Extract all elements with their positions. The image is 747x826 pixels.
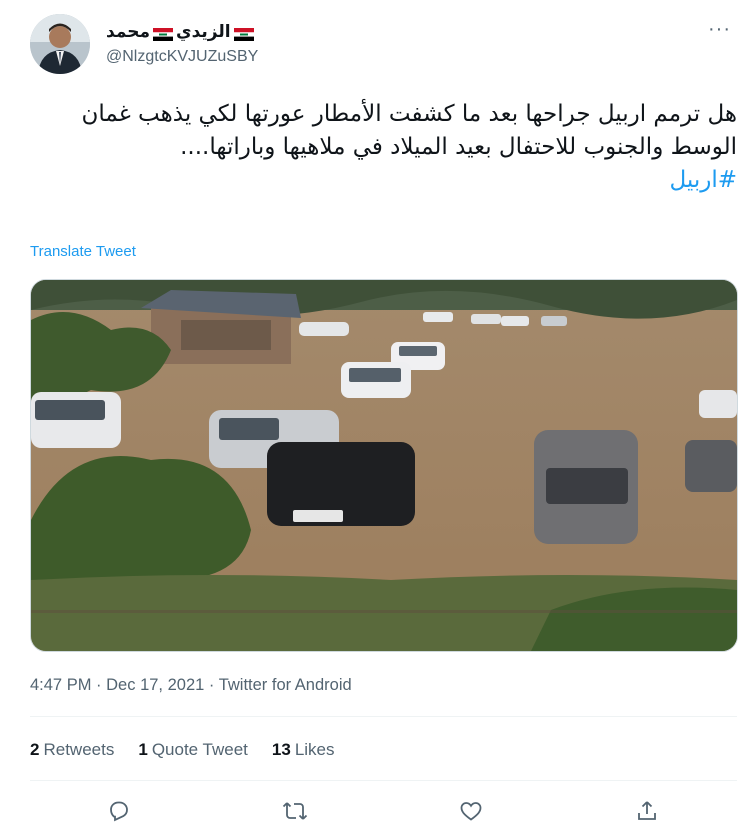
reply-icon[interactable] [102, 796, 136, 826]
action-bar [30, 796, 737, 826]
likes-stat[interactable]: 13 Likes [272, 740, 335, 760]
tweet-header: محمد الزيدي @NlzgtcKVJUZuSBY ··· [30, 14, 733, 78]
iraq-flag-icon [233, 26, 254, 41]
quote-tweets-stat[interactable]: 1 Quote Tweet [138, 740, 248, 760]
divider [30, 780, 737, 781]
tweet-photo[interactable] [30, 279, 738, 652]
share-icon[interactable] [630, 796, 664, 826]
retweet-icon[interactable] [278, 796, 312, 826]
hashtag-link[interactable]: #اربيل [30, 164, 737, 197]
retweets-stat[interactable]: 2 Retweets [30, 740, 114, 760]
avatar[interactable] [30, 14, 90, 74]
translate-tweet-link[interactable]: Translate Tweet [30, 243, 136, 260]
divider [30, 716, 737, 717]
iraq-flag-icon [153, 26, 173, 41]
tweet-text: هل ترمم اربيل جراحها بعد ما كشفت الأمطار… [30, 98, 737, 197]
tweet-source[interactable]: Twitter for Android [219, 676, 352, 694]
author-handle[interactable]: @NlzgtcKVJUZuSBY [106, 48, 258, 66]
tweet-date[interactable]: Dec 17, 2021 [106, 676, 204, 694]
author-first-name: محمد [106, 22, 150, 41]
like-icon[interactable] [454, 796, 488, 826]
tweet-body: هل ترمم اربيل جراحها بعد ما كشفت الأمطار… [81, 101, 737, 160]
meta-separator: · [208, 676, 215, 694]
author-name[interactable]: محمد الزيدي [106, 22, 254, 42]
tweet-stats: 2 Retweets 1 Quote Tweet 13 Likes [30, 740, 335, 760]
tweet-time[interactable]: 4:47 PM [30, 676, 91, 694]
more-options-icon[interactable]: ··· [708, 18, 731, 41]
tweet-meta: 4:47 PM · Dec 17, 2021 · Twitter for And… [30, 676, 352, 695]
author-last-name: الزيدي [176, 22, 231, 41]
meta-separator: · [96, 676, 102, 694]
